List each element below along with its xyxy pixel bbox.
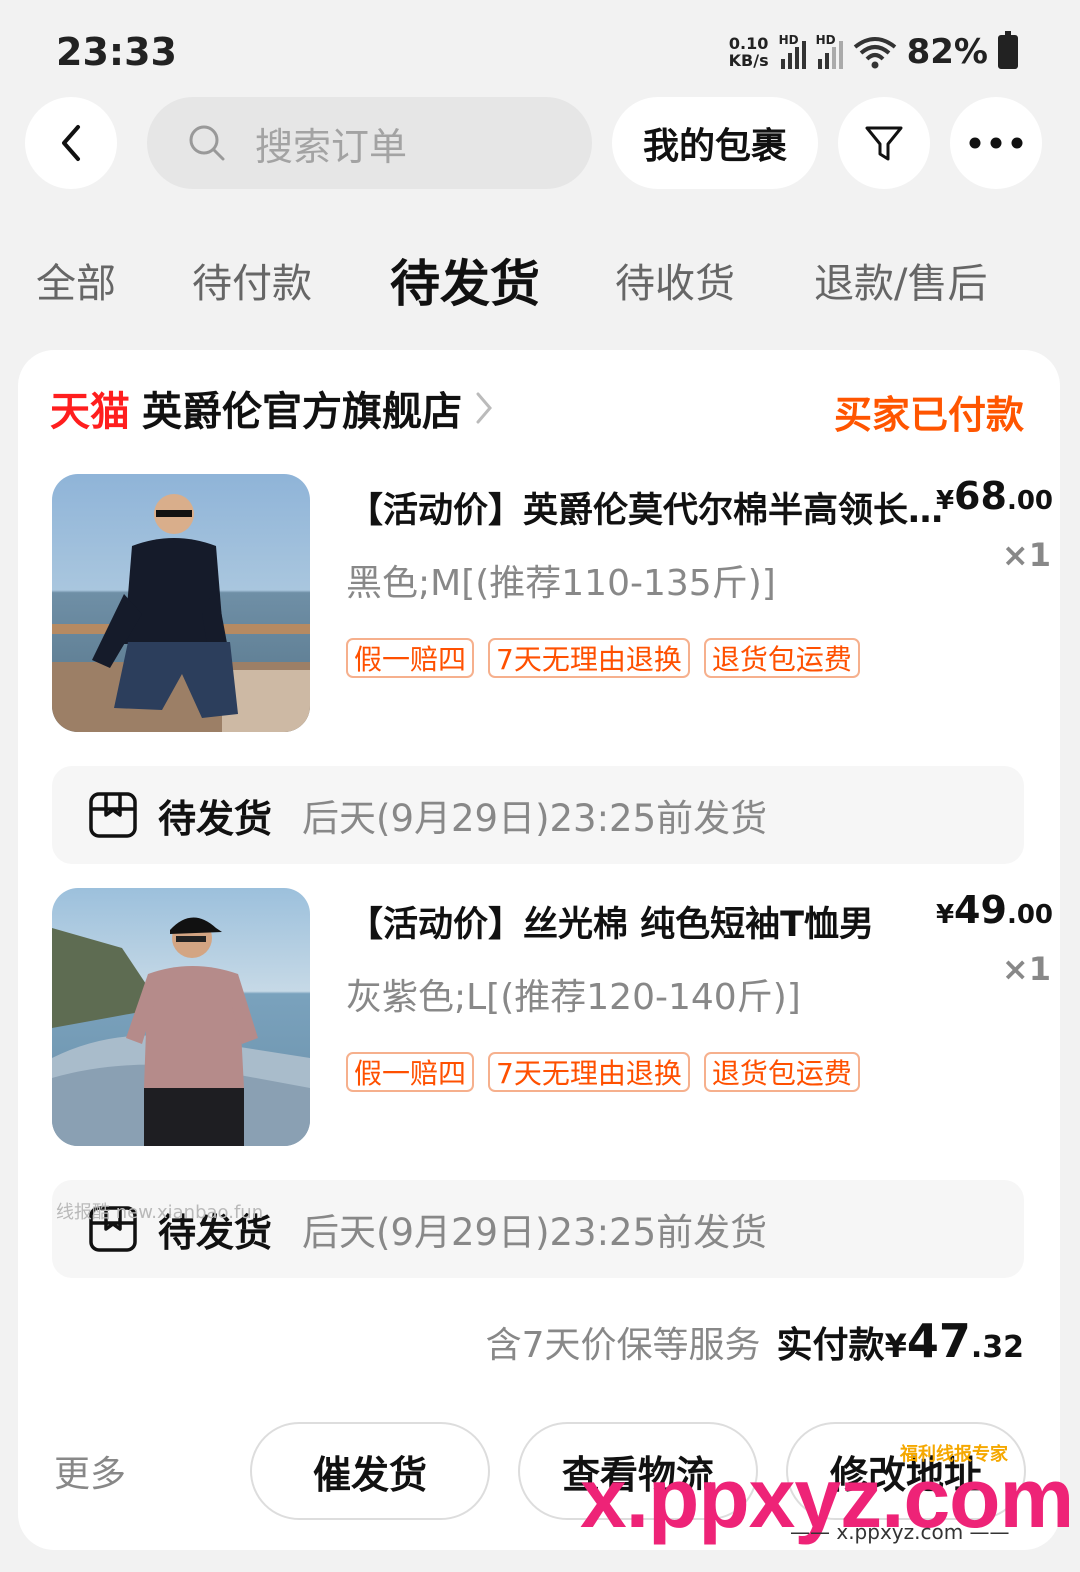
product-sku: 灰紫色;L[(推荐120-140斤)] bbox=[346, 977, 801, 1018]
status-time: 23:33 bbox=[56, 30, 177, 74]
shipping-deadline: 后天(9月29日)23:25前发货 bbox=[302, 797, 768, 840]
product-price: ¥49.00 bbox=[935, 888, 1053, 932]
order-item[interactable]: 【活动价】丝光棉 纯色短袖T恤男 ¥49.00 ×1 灰紫色;L[(推荐120-… bbox=[52, 888, 1053, 1148]
paid-amount: 47 bbox=[906, 1314, 971, 1368]
more-button[interactable] bbox=[950, 97, 1042, 189]
service-tag: 假一赔四 bbox=[346, 1052, 475, 1092]
shipping-label: 待发货 bbox=[158, 796, 273, 841]
order-status: 买家已付款 bbox=[833, 393, 1024, 437]
filter-button[interactable] bbox=[838, 97, 930, 189]
shipping-status-bar[interactable]: 待发货 后天(9月29日)23:25前发货 bbox=[52, 1180, 1024, 1278]
wifi-icon bbox=[853, 37, 896, 69]
product-title[interactable]: 【活动价】丝光棉 纯色短袖T恤男 bbox=[348, 896, 948, 947]
view-logistics-button[interactable]: 查看物流 bbox=[518, 1422, 758, 1520]
change-address-button[interactable]: 修改地址 bbox=[786, 1422, 1026, 1520]
paid-currency: ¥ bbox=[884, 1327, 907, 1365]
search-icon bbox=[189, 125, 225, 161]
shop-header[interactable]: 天猫 英爵伦官方旗舰店 bbox=[50, 380, 494, 436]
order-card: 天猫 英爵伦官方旗舰店 买家已付款 【活动价】英爵伦莫代尔棉半高领长袖T恤 ¥6… bbox=[18, 350, 1060, 1550]
my-packages-button[interactable]: 我的包裹 bbox=[612, 97, 818, 189]
more-icon bbox=[969, 137, 1023, 149]
battery-icon bbox=[998, 31, 1018, 69]
shop-name: 英爵伦官方旗舰店 bbox=[142, 389, 462, 435]
product-thumbnail[interactable] bbox=[52, 474, 310, 732]
service-tag: 退货包运费 bbox=[703, 638, 860, 678]
product-title[interactable]: 【活动价】英爵伦莫代尔棉半高领长袖T恤 bbox=[348, 482, 948, 533]
search-placeholder: 搜索订单 bbox=[255, 124, 408, 169]
filter-icon bbox=[865, 126, 903, 161]
battery-percent: 82% bbox=[906, 32, 988, 72]
back-button[interactable] bbox=[25, 97, 117, 189]
urge-shipment-button[interactable]: 催发货 bbox=[250, 1422, 490, 1520]
paid-label: 实付款 bbox=[776, 1325, 885, 1366]
service-tag: 退货包运费 bbox=[703, 1052, 860, 1092]
product-sku: 黑色;M[(推荐110-135斤)] bbox=[346, 563, 776, 604]
paid-amount-decimal: .32 bbox=[970, 1330, 1024, 1365]
tab-refund-after-sales[interactable]: 退款/售后 bbox=[814, 240, 987, 320]
tab-pending-shipment[interactable]: 待发货 bbox=[390, 240, 540, 320]
status-indicators: 0.10 KB/s HD HD 82% bbox=[728, 31, 1018, 72]
status-bar: 23:33 0.10 KB/s HD HD 82% bbox=[0, 0, 1080, 100]
tmall-logo: 天猫 bbox=[50, 389, 130, 435]
service-tags: 假一赔四 7天无理由退换 退货包运费 bbox=[346, 638, 860, 678]
shipping-deadline: 后天(9月29日)23:25前发货 bbox=[302, 1211, 768, 1254]
product-quantity: ×1 bbox=[1001, 950, 1051, 988]
signal-icon: HD bbox=[779, 33, 806, 69]
package-icon bbox=[89, 792, 137, 838]
chevron-right-icon bbox=[476, 392, 492, 424]
network-speed: 0.10 KB/s bbox=[728, 34, 769, 70]
service-tags: 假一赔四 7天无理由退换 退货包运费 bbox=[346, 1052, 860, 1092]
product-quantity: ×1 bbox=[1001, 536, 1051, 574]
tab-pending-receipt[interactable]: 待收货 bbox=[615, 240, 735, 320]
order-item[interactable]: 【活动价】英爵伦莫代尔棉半高领长袖T恤 ¥68.00 ×1 黑色;M[(推荐11… bbox=[52, 474, 1053, 734]
tab-pending-payment[interactable]: 待付款 bbox=[192, 240, 312, 320]
search-input[interactable]: 搜索订单 bbox=[147, 97, 592, 189]
tab-all[interactable]: 全部 bbox=[36, 240, 116, 320]
signal-icon: HD bbox=[816, 33, 843, 69]
more-actions-link[interactable]: 更多 bbox=[54, 1445, 126, 1497]
order-tabs: 全部 待付款 待发货 待收货 退款/售后 bbox=[0, 240, 1080, 320]
service-tag: 7天无理由退换 bbox=[488, 1052, 690, 1092]
service-note: 含7天价保等服务 bbox=[485, 1325, 761, 1366]
shipping-status-bar[interactable]: 待发货 后天(9月29日)23:25前发货 bbox=[52, 766, 1024, 864]
service-tag: 假一赔四 bbox=[346, 638, 475, 678]
product-thumbnail[interactable] bbox=[52, 888, 310, 1146]
service-tag: 7天无理由退换 bbox=[488, 638, 690, 678]
top-navigation: 搜索订单 我的包裹 bbox=[0, 97, 1080, 189]
watermark-text: 线报酷 new.xianbao.fun bbox=[56, 1202, 264, 1223]
payment-summary: 含7天价保等服务 实付款 ¥ 47 .32 bbox=[486, 1314, 1024, 1368]
product-price: ¥68.00 bbox=[935, 474, 1053, 518]
back-icon bbox=[62, 125, 80, 161]
